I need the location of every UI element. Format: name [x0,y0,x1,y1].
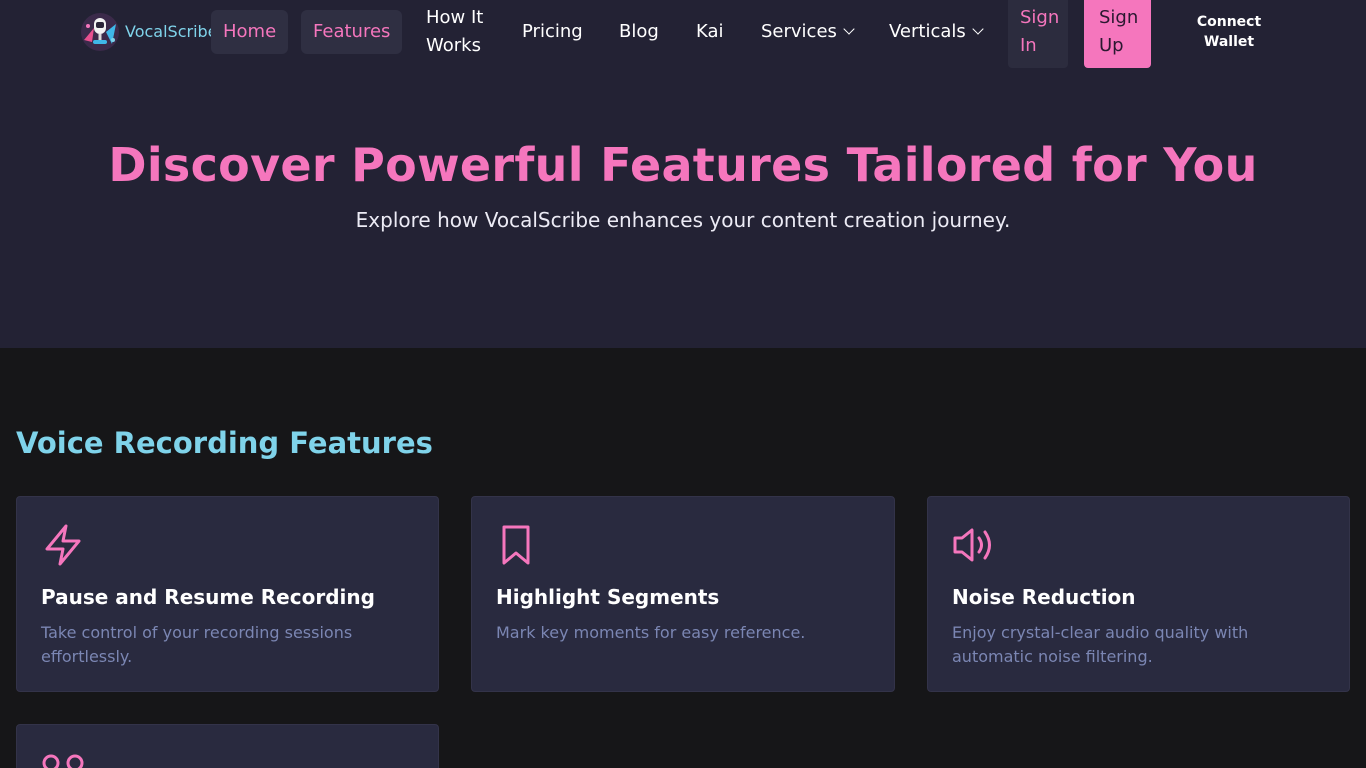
section-title: Voice Recording Features [16,426,433,460]
sign-up-line2: Up [1099,35,1124,56]
sign-up-button[interactable]: Sign Up [1084,0,1151,68]
feature-description: Take control of your recording sessions … [41,623,353,666]
feature-title: Highlight Segments [496,585,720,609]
nav-how-it-works-line1: How It [426,7,484,28]
voicemail-icon [42,754,84,768]
hero-subtitle: Explore how VocalScribe enhances your co… [355,208,1011,232]
nav-features[interactable]: Features [301,10,403,54]
chevron-down-icon [843,23,855,35]
nav-services-label: Services [761,21,837,42]
feature-description: Mark key moments for easy reference. [496,623,806,642]
nav-kai[interactable]: Kai [696,18,724,46]
nav-blog[interactable]: Blog [619,18,659,46]
feature-description: Enjoy crystal-clear audio quality with a… [952,623,1249,666]
nav-verticals-label: Verticals [889,21,966,42]
lightning-icon [45,524,81,566]
nav-verticals[interactable]: Verticals [889,18,984,46]
logo-icon[interactable] [78,10,122,54]
bookmark-icon [502,525,530,565]
nav-how-it-works[interactable]: How It Works [426,4,483,60]
sign-in-line2: In [1020,35,1037,56]
hero-title: Discover Powerful Features Tailored for … [108,138,1258,192]
chevron-down-icon [972,23,984,35]
speaker-icon [953,528,991,562]
nav-how-it-works-line2: Works [426,35,481,56]
top-nav: VocalScribe Home Features How It Works P… [0,0,1366,68]
feature-title: Noise Reduction [952,585,1136,609]
sign-in-line1: Sign [1020,7,1060,28]
nav-pricing[interactable]: Pricing [522,18,583,46]
feature-card-pause-resume: Pause and Resume Recording Take control … [16,496,439,692]
feature-card-noise-reduction: Noise Reduction Enjoy crystal-clear audi… [927,496,1350,692]
feature-card-highlight: Highlight Segments Mark key moments for … [471,496,895,692]
nav-services[interactable]: Services [761,18,855,46]
hero-section: VocalScribe Home Features How It Works P… [0,0,1366,348]
sign-in-button[interactable]: Sign In [1008,0,1068,68]
feature-card-voicemail [16,724,439,768]
feature-title: Pause and Resume Recording [41,585,375,609]
connect-wallet-line2: Wallet [1203,34,1255,50]
sign-up-line1: Sign [1099,7,1139,28]
connect-wallet-button[interactable]: Connect Wallet [1188,12,1270,52]
brand-name[interactable]: VocalScribe [125,22,218,41]
nav-home[interactable]: Home [211,10,289,54]
connect-wallet-line1: Connect [1196,14,1262,30]
